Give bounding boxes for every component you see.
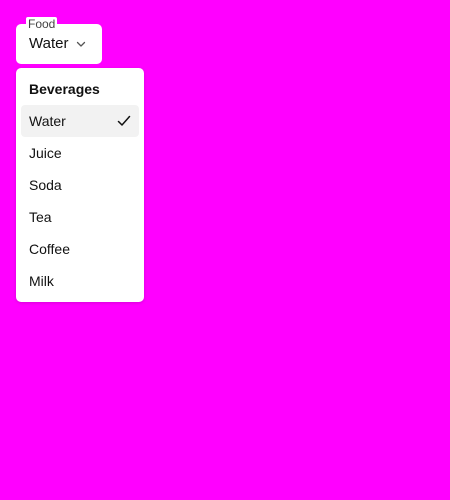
option-water[interactable]: Water bbox=[21, 105, 139, 137]
option-label: Coffee bbox=[29, 241, 70, 257]
option-label: Tea bbox=[29, 209, 52, 225]
chevron-down-icon bbox=[76, 41, 86, 47]
option-tea[interactable]: Tea bbox=[21, 201, 139, 233]
select-value: Water bbox=[29, 35, 69, 52]
select-label: Food bbox=[26, 17, 58, 31]
option-coffee[interactable]: Coffee bbox=[21, 233, 139, 265]
option-milk[interactable]: Milk bbox=[21, 265, 139, 297]
dropdown-menu: Beverages Water Juice Soda Tea Coffee Mi… bbox=[16, 68, 144, 302]
option-label: Water bbox=[29, 113, 66, 129]
option-label: Soda bbox=[29, 177, 62, 193]
option-juice[interactable]: Juice bbox=[21, 137, 139, 169]
option-label: Milk bbox=[29, 273, 54, 289]
option-list: Water Juice Soda Tea Coffee Milk bbox=[21, 105, 139, 297]
checkmark-icon bbox=[117, 115, 131, 126]
group-heading: Beverages bbox=[29, 81, 100, 97]
option-label: Juice bbox=[29, 145, 62, 161]
option-soda[interactable]: Soda bbox=[21, 169, 139, 201]
